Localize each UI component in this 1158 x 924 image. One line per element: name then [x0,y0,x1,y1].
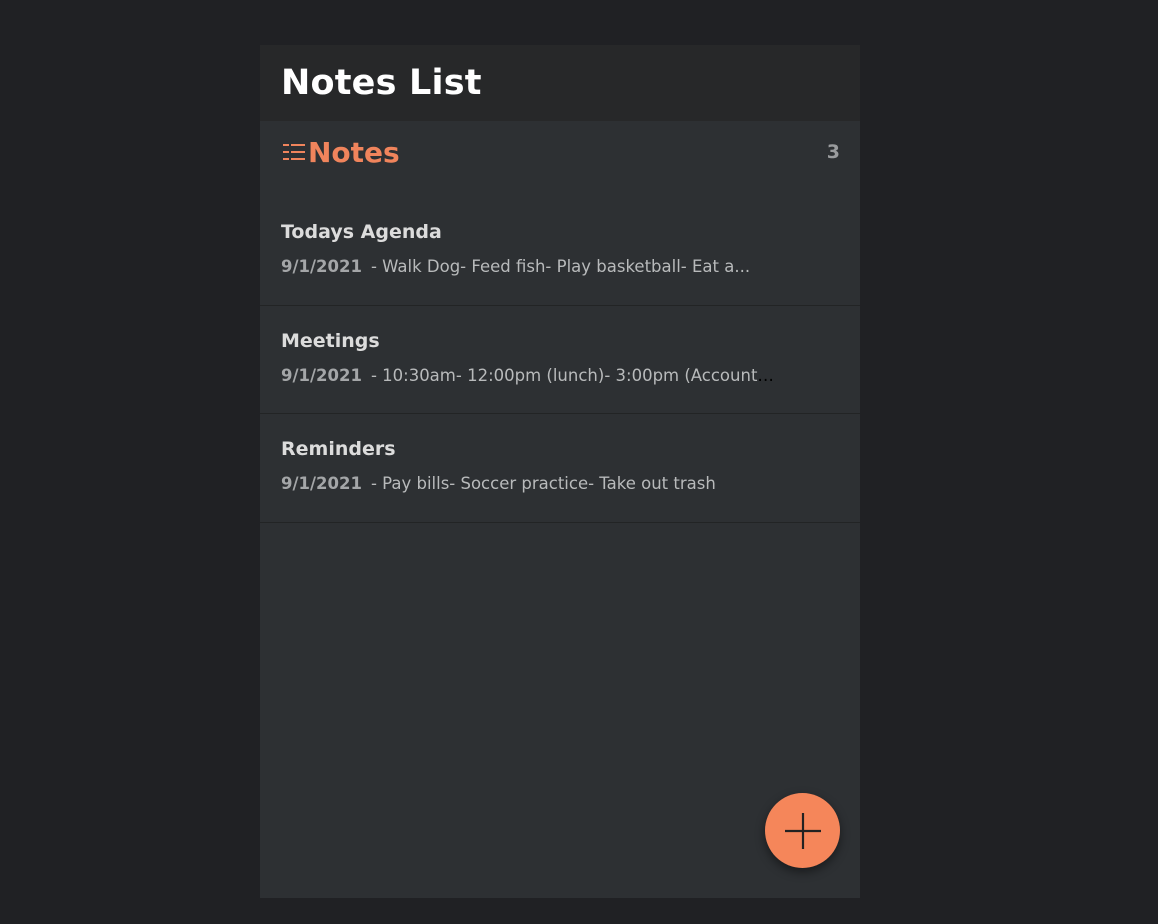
note-meta: 9/1/2021 - Walk Dog- Feed fish- Play bask… [281,257,776,276]
list-item[interactable]: Reminders 9/1/2021 - Pay bills- Soccer pr… [260,414,860,523]
plus-icon [783,811,823,851]
notes-heading: Notes [281,136,400,169]
notes-app: Notes List Notes 3 Todays Agenda 9/1/202… [260,45,860,898]
note-preview: - 10:30am- 12:00pm (lunch)- 3:00pm (Acco… [370,365,776,385]
note-preview: - Pay bills- Soccer practice- Take out t… [370,474,716,493]
page-title: Notes List [281,63,482,103]
note-date: 9/1/2021 [281,365,362,385]
note-meta: 9/1/2021 - Pay bills- Soccer practice- Ta… [281,474,776,493]
note-meta: 9/1/2021 - 10:30am- 12:00pm (lunch)- 3:00… [281,366,776,385]
notes-heading-label: Notes [308,135,400,169]
notes-section-header: Notes 3 [260,121,860,183]
note-date: 9/1/2021 [281,257,362,276]
list-icon [281,141,307,163]
app-header: Notes List [260,45,860,121]
note-preview: - Walk Dog- Feed fish- Play basketball- … [370,257,751,276]
list-item[interactable]: Meetings 9/1/2021 - 10:30am- 12:00pm (lun… [260,306,860,414]
note-title: Reminders [281,438,396,460]
notes-count-badge: 3 [826,141,840,163]
list-item[interactable]: Todays Agenda 9/1/2021 - Walk Dog- Feed f… [260,197,860,306]
notes-list: Todays Agenda 9/1/2021 - Walk Dog- Feed f… [260,197,860,523]
add-note-button[interactable] [765,793,840,868]
note-title: Meetings [281,329,380,352]
note-title: Todays Agenda [281,221,442,243]
note-date: 9/1/2021 [281,474,362,493]
